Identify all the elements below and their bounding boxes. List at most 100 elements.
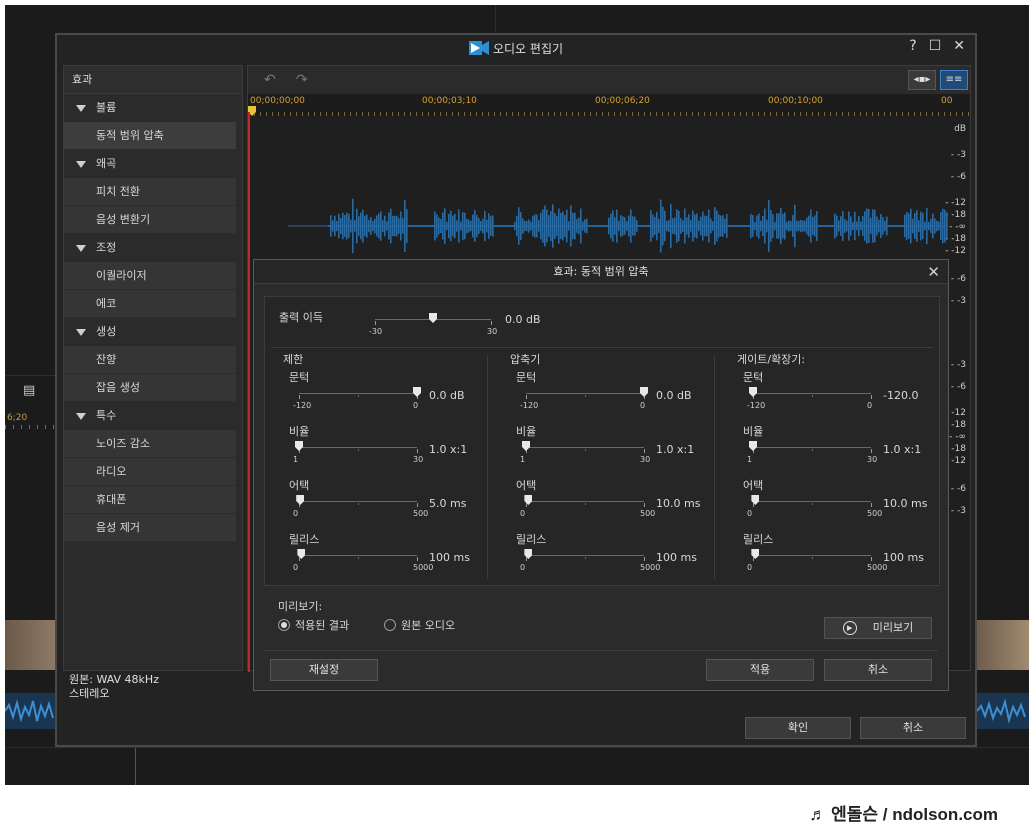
audio-waveform[interactable]: [288, 196, 948, 256]
param-slider[interactable]: 0 5000: [520, 549, 660, 575]
waveform-sample: [634, 216, 636, 236]
effect-item[interactable]: 노이즈 감소: [64, 430, 236, 458]
waveform-sample: [624, 217, 626, 235]
param-slider[interactable]: -120 0: [293, 387, 421, 413]
slider-track[interactable]: [299, 393, 417, 394]
effect-item[interactable]: 피치 전환: [64, 178, 236, 206]
playhead[interactable]: [248, 112, 250, 672]
param-slider[interactable]: 0 5000: [747, 549, 887, 575]
waveform-mode-button[interactable]: ◂▪▸: [908, 70, 936, 90]
param-slider[interactable]: 0 500: [293, 495, 428, 521]
slider-max-label: 0: [413, 401, 419, 410]
waveform-sample: [812, 216, 814, 236]
window-titlebar[interactable]: 오디오 편집기: [57, 35, 975, 61]
slider-thumb[interactable]: [429, 313, 437, 323]
waveform-sample: [632, 216, 634, 236]
waveform-sample: [900, 225, 902, 227]
waveform-sample: [870, 217, 872, 235]
effect-category[interactable]: 조정: [64, 234, 242, 262]
effect-item[interactable]: 음성 변환기: [64, 206, 236, 234]
waveform-sample: [884, 220, 886, 232]
waveform-sample: [416, 225, 418, 227]
waveform-sample: [588, 225, 590, 227]
radio-applied-result[interactable]: 적용된 결과: [278, 617, 349, 633]
slider-thumb[interactable]: [522, 441, 530, 451]
effects-header: 효과: [64, 66, 242, 94]
waveform-sample: [738, 225, 740, 227]
effect-item[interactable]: 잡음 생성: [64, 374, 236, 402]
effect-category[interactable]: 특수: [64, 402, 242, 430]
cancel-button[interactable]: 취소: [860, 717, 966, 739]
waveform-sample: [912, 218, 914, 234]
slider-thumb[interactable]: [413, 387, 421, 397]
effect-item[interactable]: 이퀄라이저: [64, 262, 236, 290]
apply-button[interactable]: 적용: [706, 659, 814, 681]
effect-category[interactable]: 왜곡: [64, 150, 242, 178]
param-label: 비율: [743, 425, 764, 438]
spectrum-mode-button[interactable]: ≡≡: [940, 70, 968, 90]
waveform-sample: [550, 210, 552, 242]
waveform-sample: [418, 225, 420, 227]
ok-button[interactable]: 확인: [745, 717, 851, 739]
app-logo-icon: [468, 41, 489, 55]
reset-button[interactable]: 재설정: [270, 659, 378, 681]
param-value: 1.0 x:1: [656, 443, 695, 456]
slider-track[interactable]: [526, 501, 644, 502]
triangle-down-icon: [76, 244, 86, 252]
slider-thumb[interactable]: [296, 495, 305, 505]
effect-item[interactable]: 에코: [64, 290, 236, 318]
slider-track[interactable]: [526, 393, 644, 394]
slider-thumb[interactable]: [640, 387, 648, 397]
slider-track[interactable]: [753, 501, 871, 502]
waveform-sample: [346, 212, 348, 240]
slider-track[interactable]: [299, 501, 417, 502]
undo-icon[interactable]: ↶: [264, 72, 276, 88]
radio-label: 적용된 결과: [295, 619, 350, 632]
output-gain-slider[interactable]: -30 30: [369, 313, 497, 339]
slider-min-label: 0: [293, 509, 299, 518]
slider-thumb[interactable]: [749, 441, 757, 451]
slider-thumb[interactable]: [749, 387, 757, 397]
slider-track[interactable]: [753, 447, 871, 448]
param-slider[interactable]: 0 500: [520, 495, 655, 521]
param-slider[interactable]: 0 500: [747, 495, 882, 521]
param-slider[interactable]: 0 5000: [293, 549, 433, 575]
effect-item[interactable]: 라디오: [64, 458, 236, 486]
slider-track[interactable]: [526, 447, 644, 448]
effect-item[interactable]: 음성 제거: [64, 514, 236, 542]
effect-category[interactable]: 생성: [64, 318, 242, 346]
waveform-sample: [402, 218, 404, 234]
waveform-sample: [816, 211, 818, 241]
slider-track[interactable]: [526, 555, 644, 556]
waveform-sample: [746, 225, 748, 227]
param-slider[interactable]: -120 0: [747, 387, 872, 413]
slider-track[interactable]: [753, 393, 871, 394]
dialog-cancel-button[interactable]: 취소: [824, 659, 932, 681]
param-slider[interactable]: 1 30: [520, 441, 650, 467]
effect-item[interactable]: 동적 범위 압축: [64, 122, 236, 150]
slider-track[interactable]: [753, 555, 871, 556]
effect-item[interactable]: 휴대폰: [64, 486, 236, 514]
slider-thumb[interactable]: [295, 441, 303, 451]
waveform-sample: [464, 212, 466, 240]
param-slider[interactable]: 1 30: [747, 441, 877, 467]
preview-button[interactable]: ▶ 미리보기: [824, 617, 932, 639]
effect-item[interactable]: 잔향: [64, 346, 236, 374]
slider-track[interactable]: [299, 555, 417, 556]
param-slider[interactable]: 1 30: [293, 441, 423, 467]
waveform-sample: [442, 212, 444, 240]
help-icon[interactable]: ?: [909, 38, 916, 54]
effect-category[interactable]: 볼륨: [64, 94, 242, 122]
dialog-titlebar[interactable]: 효과: 동적 범위 압축 ✕: [254, 260, 948, 284]
dialog-close-icon[interactable]: ✕: [927, 260, 940, 284]
slider-track[interactable]: [299, 447, 417, 448]
radio-original-audio[interactable]: 원본 오디오: [384, 617, 455, 633]
timeline-ruler[interactable]: 00;00;00;00 00;00;03;10 00;00;06;20 00;0…: [248, 94, 970, 116]
waveform-sample: [558, 208, 560, 244]
waveform-sample: [820, 225, 822, 227]
close-icon[interactable]: ✕: [953, 38, 965, 54]
waveform-sample: [796, 220, 798, 232]
param-slider[interactable]: -120 0: [520, 387, 648, 413]
maximize-icon[interactable]: ☐: [929, 38, 942, 54]
redo-icon[interactable]: ↷: [296, 72, 308, 88]
